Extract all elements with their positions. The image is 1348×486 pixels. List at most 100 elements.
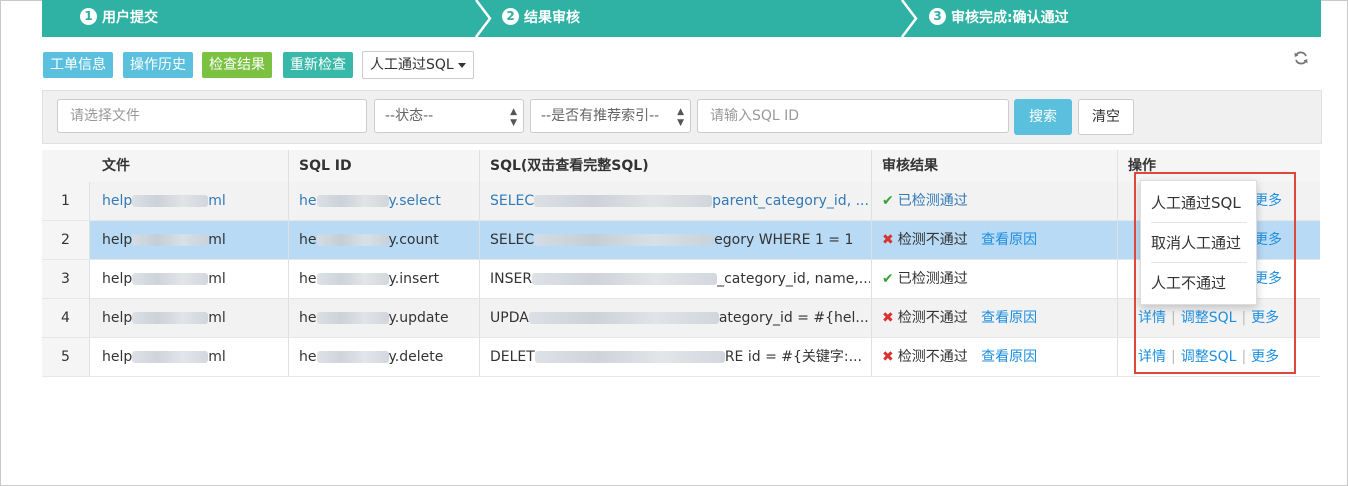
file-select-input[interactable]: 请选择文件 bbox=[57, 99, 367, 133]
sql-text: egory WHERE 1 = 1 bbox=[714, 232, 854, 248]
file-text: ml bbox=[208, 193, 226, 209]
sql-cell[interactable]: UPDA ategory_id = #{hel... bbox=[490, 299, 870, 337]
result-text: 已检测通过 bbox=[897, 193, 968, 209]
sql-cell[interactable]: SELEC parent_category_id, ... bbox=[490, 182, 870, 220]
header-result: 审核结果 bbox=[882, 158, 938, 174]
check-icon: ✔ bbox=[882, 193, 894, 209]
redacted-mask bbox=[316, 195, 389, 207]
order-info-button[interactable]: 工单信息 bbox=[43, 52, 113, 78]
sqlid-text: he bbox=[299, 271, 317, 287]
sql-text: RE id = #{关键字:... bbox=[724, 349, 862, 365]
row-index: 3 bbox=[42, 260, 90, 298]
table-row[interactable]: 3 help ml he y.insert INSER _category_id, n… bbox=[42, 260, 1320, 299]
table-row[interactable]: 1 help ml he y.select SELEC parent_category… bbox=[42, 182, 1320, 221]
redacted-mask bbox=[528, 312, 719, 324]
row-index: 1 bbox=[42, 182, 90, 220]
step-2-number: 2 bbox=[502, 7, 519, 25]
result-cell: ✔ 已检测通过 bbox=[882, 182, 968, 220]
sqlid-cell: he y.delete bbox=[299, 338, 443, 376]
updown-arrows-icon: ▲ ▼ bbox=[677, 107, 684, 128]
sqlid-text: he bbox=[299, 349, 317, 365]
updown-arrows-icon: ▲ ▼ bbox=[510, 107, 517, 128]
refresh-icon[interactable] bbox=[1292, 50, 1310, 68]
file-cell: help ml bbox=[102, 221, 226, 259]
history-button[interactable]: 操作历史 bbox=[123, 52, 193, 78]
table-row[interactable]: 4 help ml he y.update UPDA ategory_id = #{h… bbox=[42, 299, 1320, 338]
recheck-button[interactable]: 重新检查 bbox=[283, 52, 353, 78]
sql-cell[interactable]: DELET RE id = #{关键字:... bbox=[490, 338, 870, 376]
redacted-mask bbox=[132, 312, 209, 324]
sql-text: SELEC bbox=[490, 232, 535, 248]
redacted-mask bbox=[132, 195, 209, 207]
sqlid-text: y.select bbox=[388, 193, 441, 209]
column-divider bbox=[871, 150, 872, 376]
sqlid-cell: he y.update bbox=[299, 299, 449, 337]
status-select[interactable]: --状态-- ▲ ▼ bbox=[374, 99, 524, 133]
sqlid-text: y.count bbox=[388, 232, 439, 248]
file-cell: help ml bbox=[102, 182, 226, 220]
file-text: help bbox=[102, 232, 133, 248]
redacted-mask bbox=[534, 351, 725, 363]
redacted-mask bbox=[132, 351, 209, 363]
step-1-label: 用户提交 bbox=[102, 10, 158, 26]
view-reason-link[interactable]: 查看原因 bbox=[981, 232, 1037, 248]
column-divider bbox=[1117, 150, 1118, 376]
step-separator-chevron-icon bbox=[901, 0, 918, 37]
recommend-index-select[interactable]: --是否有推荐索引-- ▲ ▼ bbox=[530, 99, 691, 133]
step-1: 1 用户提交 bbox=[80, 0, 158, 37]
sql-cell[interactable]: SELEC egory WHERE 1 = 1 bbox=[490, 221, 870, 259]
check-icon: ✔ bbox=[882, 271, 894, 287]
step-3-label: 审核完成:确认通过 bbox=[951, 10, 1069, 26]
step-2-label: 结果审核 bbox=[524, 10, 580, 26]
view-reason-link[interactable]: 查看原因 bbox=[981, 349, 1037, 365]
file-text: ml bbox=[208, 349, 226, 365]
result-cell: ✖ 检测不通过 查看原因 bbox=[882, 338, 1037, 376]
row-index: 5 bbox=[42, 338, 90, 376]
sqlid-text: he bbox=[299, 232, 317, 248]
caret-down-icon bbox=[457, 62, 466, 68]
result-text: 检测不通过 bbox=[897, 349, 968, 365]
sqlid-text: he bbox=[299, 310, 317, 326]
progress-steps: 1 用户提交 2 结果审核 3 审核完成:确认通过 bbox=[42, 0, 1321, 37]
result-cell: ✖ 检测不通过 查看原因 bbox=[882, 221, 1037, 259]
sql-cell[interactable]: INSER _category_id, name,... bbox=[490, 260, 870, 298]
redacted-mask bbox=[316, 273, 389, 285]
sqlid-text: y.update bbox=[388, 310, 449, 326]
header-file: 文件 bbox=[102, 158, 130, 174]
step-3: 3 审核完成:确认通过 bbox=[929, 0, 1069, 37]
table-row[interactable]: 2 help ml he y.count SELEC egory WHERE 1 = … bbox=[42, 221, 1320, 260]
step-1-number: 1 bbox=[80, 7, 97, 25]
sqlid-input[interactable]: 请输入SQL ID bbox=[697, 99, 1009, 133]
redacted-mask bbox=[534, 195, 713, 207]
header-index bbox=[42, 150, 89, 182]
sqlid-cell: he y.insert bbox=[299, 260, 439, 298]
manual-pass-dropdown-button[interactable]: 人工通过SQL bbox=[362, 51, 474, 79]
file-text: help bbox=[102, 349, 133, 365]
file-text: ml bbox=[208, 310, 226, 326]
highlight-annotation-box bbox=[1134, 172, 1296, 374]
sql-text: parent_category_id, ... bbox=[712, 193, 869, 209]
step-3-number: 3 bbox=[929, 7, 946, 25]
view-reason-link[interactable]: 查看原因 bbox=[981, 310, 1037, 326]
sqlid-text: he bbox=[299, 193, 317, 209]
clear-button[interactable]: 清空 bbox=[1078, 99, 1134, 135]
check-result-button[interactable]: 检查结果 bbox=[202, 52, 272, 78]
step-2: 2 结果审核 bbox=[502, 0, 580, 37]
result-text: 检测不通过 bbox=[897, 232, 968, 248]
sql-text: ategory_id = #{hel... bbox=[718, 310, 869, 326]
row-index: 4 bbox=[42, 299, 90, 337]
sql-text: _category_id, name,... bbox=[717, 271, 870, 287]
redacted-mask bbox=[532, 273, 718, 285]
redacted-mask bbox=[316, 234, 389, 246]
status-select-value: --状态-- bbox=[385, 108, 434, 124]
redacted-mask bbox=[534, 234, 715, 246]
cross-icon: ✖ bbox=[882, 232, 894, 248]
cross-icon: ✖ bbox=[882, 310, 894, 326]
file-text: ml bbox=[208, 232, 226, 248]
table-row[interactable]: 5 help ml he y.delete DELET RE id = #{关键字:.… bbox=[42, 338, 1320, 377]
search-button[interactable]: 搜索 bbox=[1014, 99, 1072, 135]
file-text: help bbox=[102, 193, 133, 209]
step-separator-chevron-icon bbox=[475, 0, 492, 37]
result-text: 已检测通过 bbox=[897, 271, 968, 287]
sqlid-cell: he y.count bbox=[299, 221, 439, 259]
